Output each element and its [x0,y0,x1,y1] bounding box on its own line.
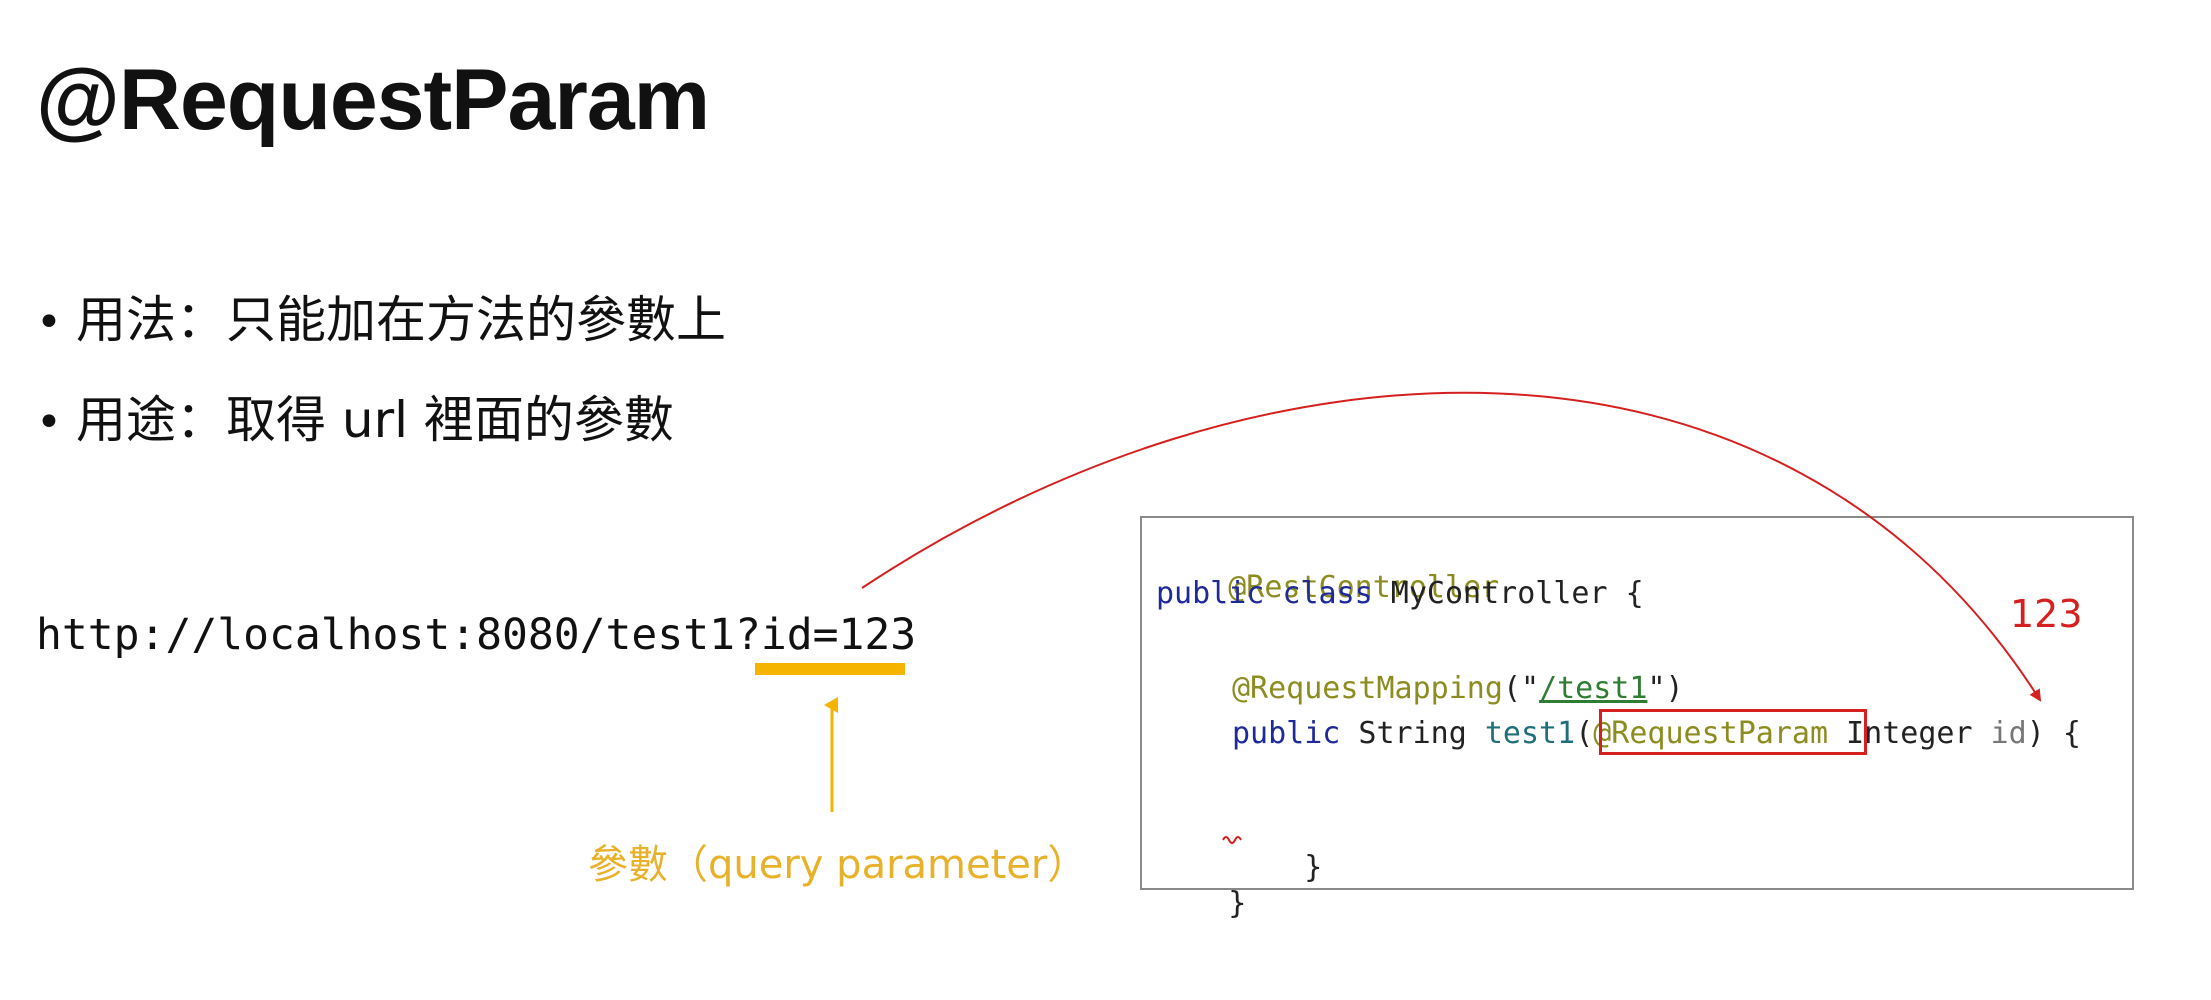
red-arrow [861,391,2042,702]
arrows-overlay [824,391,2042,812]
